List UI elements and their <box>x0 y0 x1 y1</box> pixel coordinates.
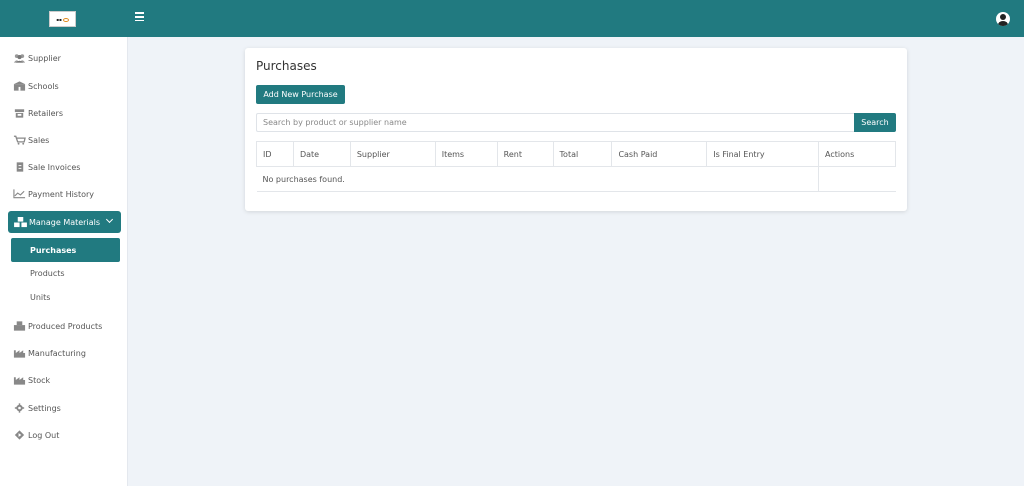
column-header-actions: Actions <box>818 141 896 167</box>
sidebar-item-label: Payment History <box>28 189 95 199</box>
gear-icon <box>14 403 25 413</box>
sidebar-item-manage-materials[interactable]: Manage Materials <box>8 211 121 233</box>
warehouse-icon <box>13 377 26 385</box>
column-header-cash-paid[interactable]: Cash Paid <box>611 141 708 167</box>
column-header-total[interactable]: Total <box>552 141 613 167</box>
sidebar-subitem-products[interactable]: Products <box>30 269 65 278</box>
sidebar-item-retailers[interactable]: Retailers <box>13 105 63 121</box>
cart-icon <box>13 135 26 145</box>
purchases-card: Purchases Add New Purchase Search ID Dat… <box>245 48 907 211</box>
column-header-id[interactable]: ID <box>256 141 294 167</box>
sidebar-subitem-units[interactable]: Units <box>30 293 50 302</box>
factory-icon <box>13 350 26 358</box>
sidebar-item-sale-invoices[interactable]: Sale Invoices <box>13 159 80 175</box>
search-button[interactable]: Search <box>854 113 896 132</box>
column-header-supplier[interactable]: Supplier <box>349 141 436 167</box>
logout-icon <box>14 430 25 440</box>
users-icon <box>13 54 26 63</box>
sidebar-item-stock[interactable]: Stock <box>13 372 50 388</box>
boxes-icon <box>13 321 26 331</box>
sidebar-subitem-label: Units <box>30 293 51 302</box>
sidebar-item-sales[interactable]: Sales <box>13 132 49 148</box>
sidebar-item-schools[interactable]: Schools <box>13 78 59 94</box>
sidebar-item-log-out[interactable]: Log Out <box>13 427 59 443</box>
store-icon <box>14 109 25 118</box>
sidebar-item-label: Settings <box>28 403 61 413</box>
top-bar: ▪▪ <box>0 0 1024 37</box>
user-avatar-icon[interactable] <box>996 12 1010 26</box>
sidebar-subitem-purchases[interactable]: Purchases <box>11 238 120 262</box>
sidebar-subitem-label: Purchases <box>30 245 77 255</box>
column-header-items[interactable]: Items <box>434 141 498 167</box>
sidebar-item-settings[interactable]: Settings <box>13 400 61 416</box>
sidebar-item-payment-history[interactable]: Payment History <box>13 186 94 202</box>
brand-logo[interactable]: ▪▪ <box>49 11 76 27</box>
sidebar-item-label: Stock <box>28 375 51 385</box>
column-header-is-final-entry[interactable]: Is Final Entry <box>706 141 820 167</box>
sidebar-item-label: Log Out <box>28 430 60 440</box>
column-header-date[interactable]: Date <box>292 141 351 167</box>
sidebar-subitem-label: Products <box>30 269 65 278</box>
sidebar-item-label: Sale Invoices <box>28 162 81 172</box>
table-row: No purchases found. <box>256 166 896 192</box>
column-header-rent[interactable]: Rent <box>496 141 554 167</box>
chevron-down-icon <box>105 215 114 224</box>
page-title: Purchases <box>256 59 317 73</box>
line-chart-icon <box>13 189 26 199</box>
table-header-row: ID Date Supplier Items Rent Total Cash P… <box>256 141 896 167</box>
sidebar-item-label: Produced Products <box>28 321 103 331</box>
school-icon <box>13 81 26 91</box>
sidebar-item-label: Manufacturing <box>28 348 86 358</box>
sidebar-item-label: Sales <box>28 135 50 145</box>
add-new-purchase-button[interactable]: Add New Purchase <box>256 85 345 104</box>
sidebar-item-produced-products[interactable]: Produced Products <box>13 318 102 334</box>
sidebar-item-label: Supplier <box>28 53 61 63</box>
sidebar-item-manufacturing[interactable]: Manufacturing <box>13 345 86 361</box>
sidebar-item-label: Retailers <box>28 108 63 118</box>
invoice-icon <box>16 162 24 172</box>
table-cell-actions <box>818 166 896 192</box>
hamburger-icon[interactable] <box>135 12 145 22</box>
sidebar-item-supplier[interactable]: Supplier <box>13 50 61 66</box>
empty-state-message: No purchases found. <box>256 166 819 192</box>
purchases-table: ID Date Supplier Items Rent Total Cash P… <box>256 141 896 192</box>
search-input[interactable] <box>256 113 854 132</box>
cubes-icon <box>14 216 27 227</box>
sidebar-item-label: Schools <box>28 81 59 91</box>
logo-mark-icon: ▪▪ <box>56 17 69 22</box>
sidebar-item-label: Manage Materials <box>29 217 100 227</box>
